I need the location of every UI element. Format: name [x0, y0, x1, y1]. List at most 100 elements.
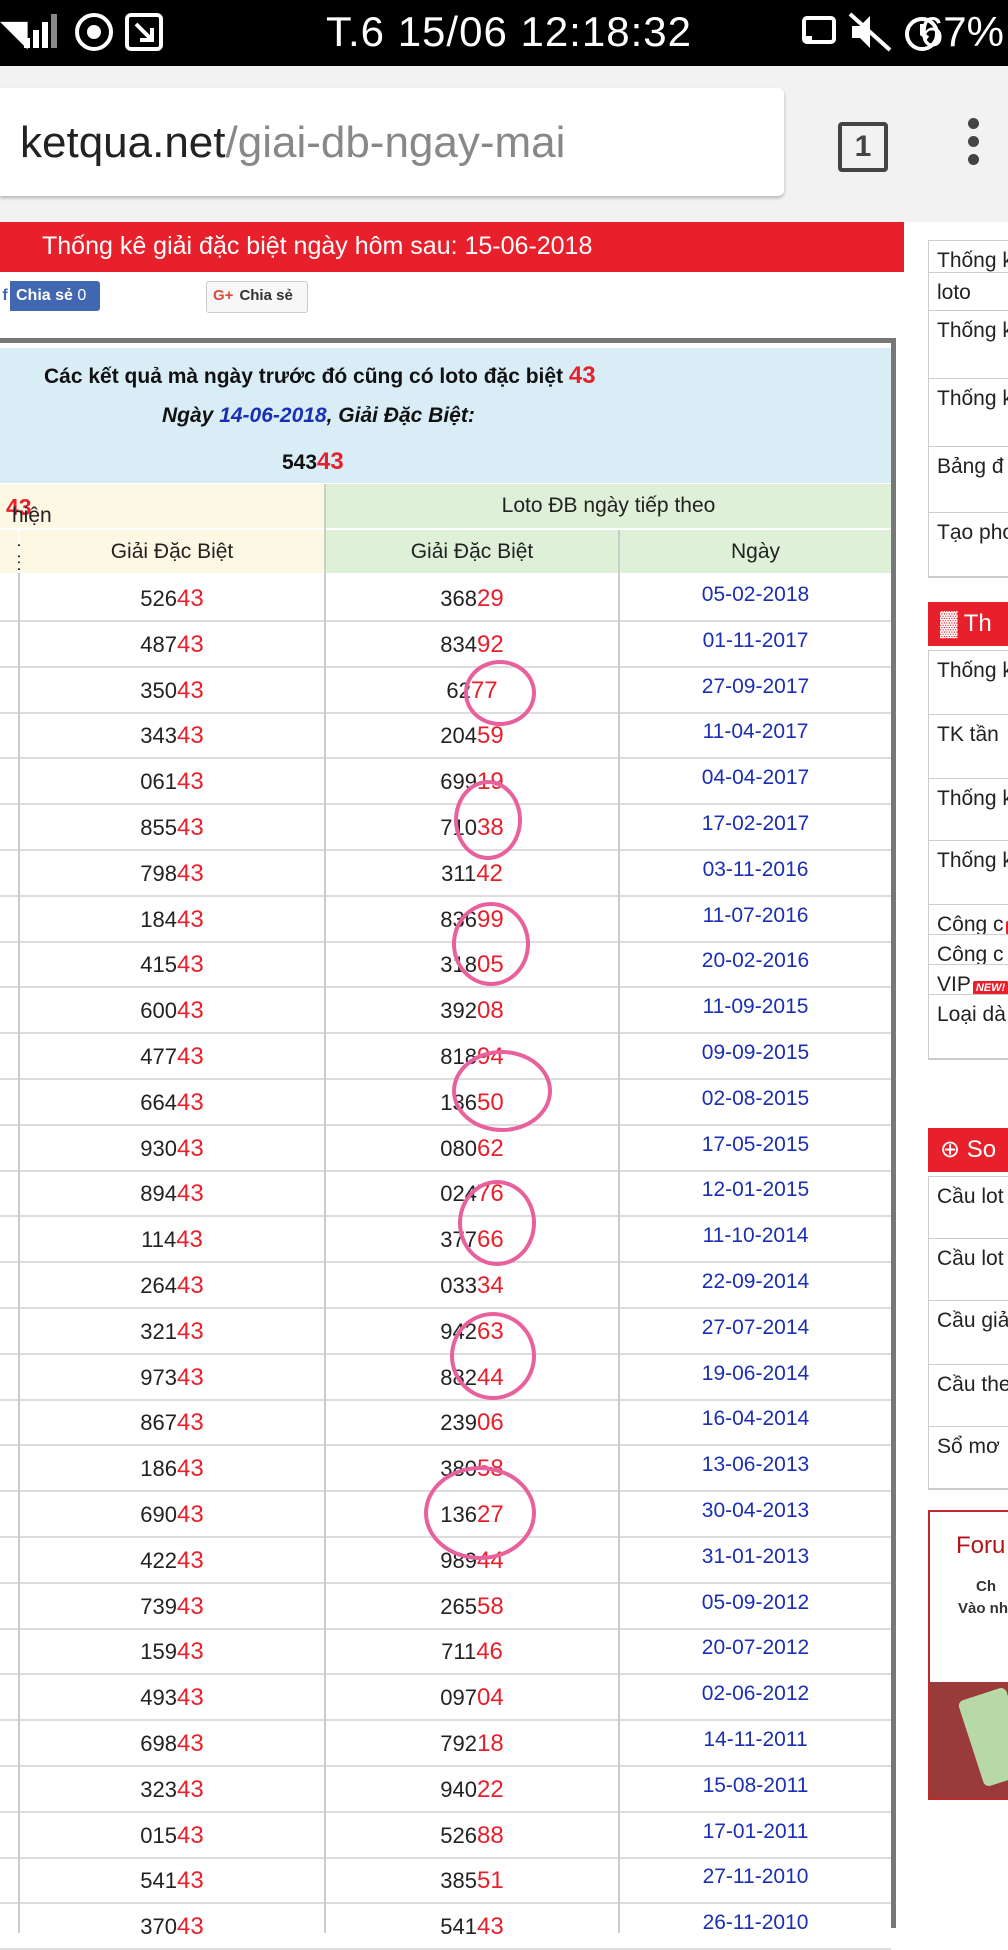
prize-cell: 32143 [140, 1317, 204, 1345]
next-prize-cell: 54143 [440, 1913, 504, 1941]
prize-cell: 60043 [140, 997, 204, 1025]
prize-cell: 32343 [140, 1775, 204, 1803]
date-link[interactable]: 02-06-2012 [620, 1682, 891, 1706]
date-link[interactable]: 11-07-2016 [620, 904, 891, 928]
date-link[interactable]: 19-06-2014 [620, 1362, 891, 1386]
header-col-prize-left: Giải Đặc Biệt [20, 530, 324, 573]
prize-cell: 11443 [141, 1226, 203, 1254]
address-bar[interactable]: ketqua.net/giai-db-ngay-mai [0, 88, 784, 196]
tab-switcher-button[interactable]: 1 [838, 122, 888, 172]
date-link[interactable]: 13-06-2013 [620, 1453, 891, 1477]
date-link[interactable]: 11-04-2017 [620, 720, 891, 744]
table-row: 32143 94263 27-07-2014 [0, 1308, 891, 1355]
table-row: 97343 88244 19-06-2014 [0, 1354, 891, 1401]
sidebar-link[interactable]: Thống k [929, 311, 1008, 379]
prize-cell: 49343 [140, 1684, 204, 1712]
prize-cell: 01543 [140, 1821, 204, 1849]
date-link[interactable]: 03-11-2016 [620, 858, 891, 882]
date-link[interactable]: 15-08-2011 [620, 1774, 891, 1798]
sidebar-link[interactable]: Sổ mơ [929, 1427, 1008, 1489]
date-link[interactable]: 20-07-2012 [620, 1636, 891, 1660]
date-link[interactable]: 11-10-2014 [620, 1224, 891, 1248]
sidebar-link[interactable]: Cầu lot [929, 1239, 1008, 1301]
header-col-prize-next: Giải Đặc Biệt [326, 530, 618, 573]
next-prize-cell: 94022 [440, 1775, 504, 1803]
facebook-share-button[interactable]: f Chia sẻ 0 [0, 281, 100, 311]
annotation-circle [424, 1466, 536, 1560]
table-row: 73943 26558 05-09-2012 [0, 1583, 891, 1630]
sidebar-link[interactable]: Thống k [929, 841, 1008, 905]
date-link[interactable]: 05-02-2018 [620, 583, 891, 607]
date-link[interactable]: 02-08-2015 [620, 1087, 891, 1111]
table-row: 66443 13650 02-08-2015 [0, 1079, 891, 1126]
date-link[interactable]: 17-05-2015 [620, 1133, 891, 1157]
date-link[interactable]: 04-04-2017 [620, 766, 891, 790]
sidebar-menu-stats: Thống klotoThống kThống kBảng đTạo phơ [928, 240, 1008, 578]
sidebar-link[interactable]: Cầu lot [929, 1177, 1008, 1239]
prize-cell: 89443 [140, 1180, 204, 1208]
date-link[interactable]: 20-02-2016 [620, 949, 891, 973]
date-link[interactable]: 17-02-2017 [620, 812, 891, 836]
sidebar-link[interactable]: Thống k [929, 651, 1008, 715]
table-row: 32343 94022 15-08-2011 [0, 1766, 891, 1813]
date-link[interactable]: 05-09-2012 [620, 1591, 891, 1615]
prize-cell: 41543 [140, 951, 204, 979]
next-prize-cell: 71146 [441, 1638, 503, 1666]
info-date-line: Ngày 14-06-2018, Giải Đặc Biệt: [162, 404, 475, 427]
header-left-group: hiện Loto ĐB 43 [0, 484, 324, 575]
sidebar-link[interactable]: Thống k [929, 779, 1008, 841]
next-prize-cell: 09704 [440, 1684, 504, 1712]
date-link[interactable]: 26-11-2010 [620, 1911, 891, 1935]
table-row: 86743 23906 16-04-2014 [0, 1399, 891, 1447]
prize-cell: 18443 [140, 905, 204, 933]
special-prize-value: 54343 [282, 448, 344, 475]
date-link[interactable]: 27-11-2010 [620, 1865, 891, 1889]
date-link[interactable]: 27-07-2014 [620, 1316, 891, 1340]
sidebar-heading-stats: ▓ Th [928, 602, 1008, 646]
date-link[interactable]: 17-01-2011 [620, 1820, 891, 1844]
settings-app-icon [74, 12, 114, 54]
sidebar-link[interactable]: TK tần [929, 715, 1008, 779]
table-row: 69843 79218 14-11-2011 [0, 1720, 891, 1767]
date-link[interactable]: 22-09-2014 [620, 1270, 891, 1294]
date-link[interactable]: 09-09-2015 [620, 1041, 891, 1065]
date-link[interactable]: 11-09-2015 [620, 995, 891, 1019]
sidebar-link[interactable]: Thống k [929, 379, 1008, 447]
date-link[interactable]: 27-09-2017 [620, 675, 891, 699]
info-line: Các kết quả mà ngày trước đó cũng có lot… [44, 362, 596, 389]
table-row: 15943 71146 20-07-2012 [0, 1628, 891, 1676]
sidebar-link[interactable]: Công c [929, 935, 1008, 965]
page-title: Thống kê giải đặc biệt ngày hôm sau: 15-… [42, 232, 593, 260]
sidebar-link[interactable]: Công cNEW! [929, 905, 1008, 935]
prize-cell: 18643 [140, 1455, 204, 1483]
mute-icon [848, 12, 892, 54]
sidebar-link[interactable]: Cầu the [929, 1365, 1008, 1427]
annotation-circle [464, 660, 536, 726]
date-link[interactable]: 01-11-2017 [620, 629, 891, 653]
next-prize-cell: 79218 [440, 1730, 504, 1757]
status-time: T.6 15/06 12:18:32 [326, 8, 692, 55]
date-link[interactable]: 30-04-2013 [620, 1499, 891, 1523]
overflow-menu-icon[interactable] [968, 118, 980, 172]
prize-cell: 06143 [140, 768, 204, 796]
main-content: Thống kê giải đặc biệt ngày hôm sau: 15-… [0, 222, 904, 1950]
sidebar-link[interactable]: Cầu giả [929, 1301, 1008, 1365]
date-link[interactable]: 31-01-2013 [620, 1545, 891, 1569]
date-link[interactable]: 16-04-2014 [620, 1407, 891, 1431]
date-link[interactable]: 12-01-2015 [620, 1178, 891, 1202]
next-prize-cell: 23906 [440, 1409, 504, 1437]
google-share-button[interactable]: G+ Chia sẻ [206, 281, 308, 313]
sidebar-link[interactable]: Bảng đ [929, 447, 1008, 513]
next-prize-cell: 36829 [440, 585, 504, 612]
table-row: 79843 31142 03-11-2016 [0, 850, 891, 897]
sidebar-link[interactable]: Thống k [929, 241, 1008, 273]
sidebar-link[interactable]: Loại dà [929, 995, 1008, 1059]
prize-cell: 15943 [140, 1638, 204, 1666]
date-link[interactable]: 14-11-2011 [620, 1728, 891, 1752]
annotation-circle [452, 902, 530, 986]
sidebar-link[interactable]: loto [929, 273, 1008, 311]
sidebar-link[interactable]: Tạo phơ [929, 513, 1008, 577]
forum-banner[interactable]: Foru Ch Vào nh [928, 1510, 1008, 1800]
table-row: 41543 31805 20-02-2016 [0, 941, 891, 989]
sidebar-link[interactable]: VIP NEW! [929, 965, 1008, 995]
